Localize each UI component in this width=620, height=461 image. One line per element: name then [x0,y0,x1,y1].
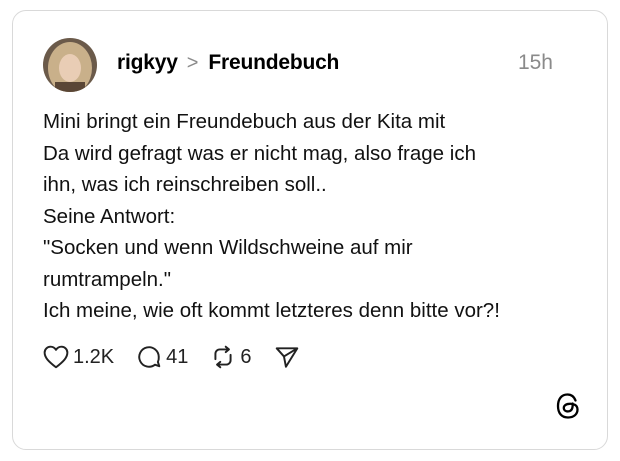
post-line: "Socken und wenn Wildschweine auf mir [43,236,413,259]
heart-icon [43,345,69,369]
post-header: rigkyy > Freundebuch [117,49,339,77]
comment-bubble-icon [138,346,161,368]
threads-logo-icon [555,392,581,425]
action-bar: 1.2K 41 6 [43,342,322,372]
share-button[interactable] [274,344,300,370]
repost-button[interactable]: 6 [210,344,252,370]
post-line: Ich meine, wie oft kommt letzteres denn … [43,299,500,322]
post-line: Mini bringt ein Freundebuch aus der Kita… [43,110,446,133]
post-timestamp: 15h [517,51,553,74]
repost-count: 6 [240,345,252,368]
chevron-right-icon: > [186,52,199,74]
post-card: rigkyy > Freundebuch 15h Mini bringt ein… [12,10,608,450]
post-line: Seine Antwort: [43,204,176,228]
like-count: 1.2K [73,345,115,368]
repost-icon [214,345,232,369]
post-body: Mini bringt ein Freundebuch aus der Kita… [43,106,583,327]
author-username[interactable]: rigkyy [117,51,178,75]
avatar[interactable] [43,38,97,92]
comment-count: 41 [166,345,189,368]
post-line: ihn, was ich reinschreiben soll.. [43,173,327,196]
send-icon [275,347,298,368]
like-button[interactable]: 1.2K [43,345,114,369]
topic-tag[interactable]: Freundebuch [208,51,339,75]
post-line: Da wird gefragt was er nicht mag, also f… [43,141,476,165]
comment-button[interactable]: 41 [136,344,188,370]
post-line: rumtrampeln." [43,267,172,291]
